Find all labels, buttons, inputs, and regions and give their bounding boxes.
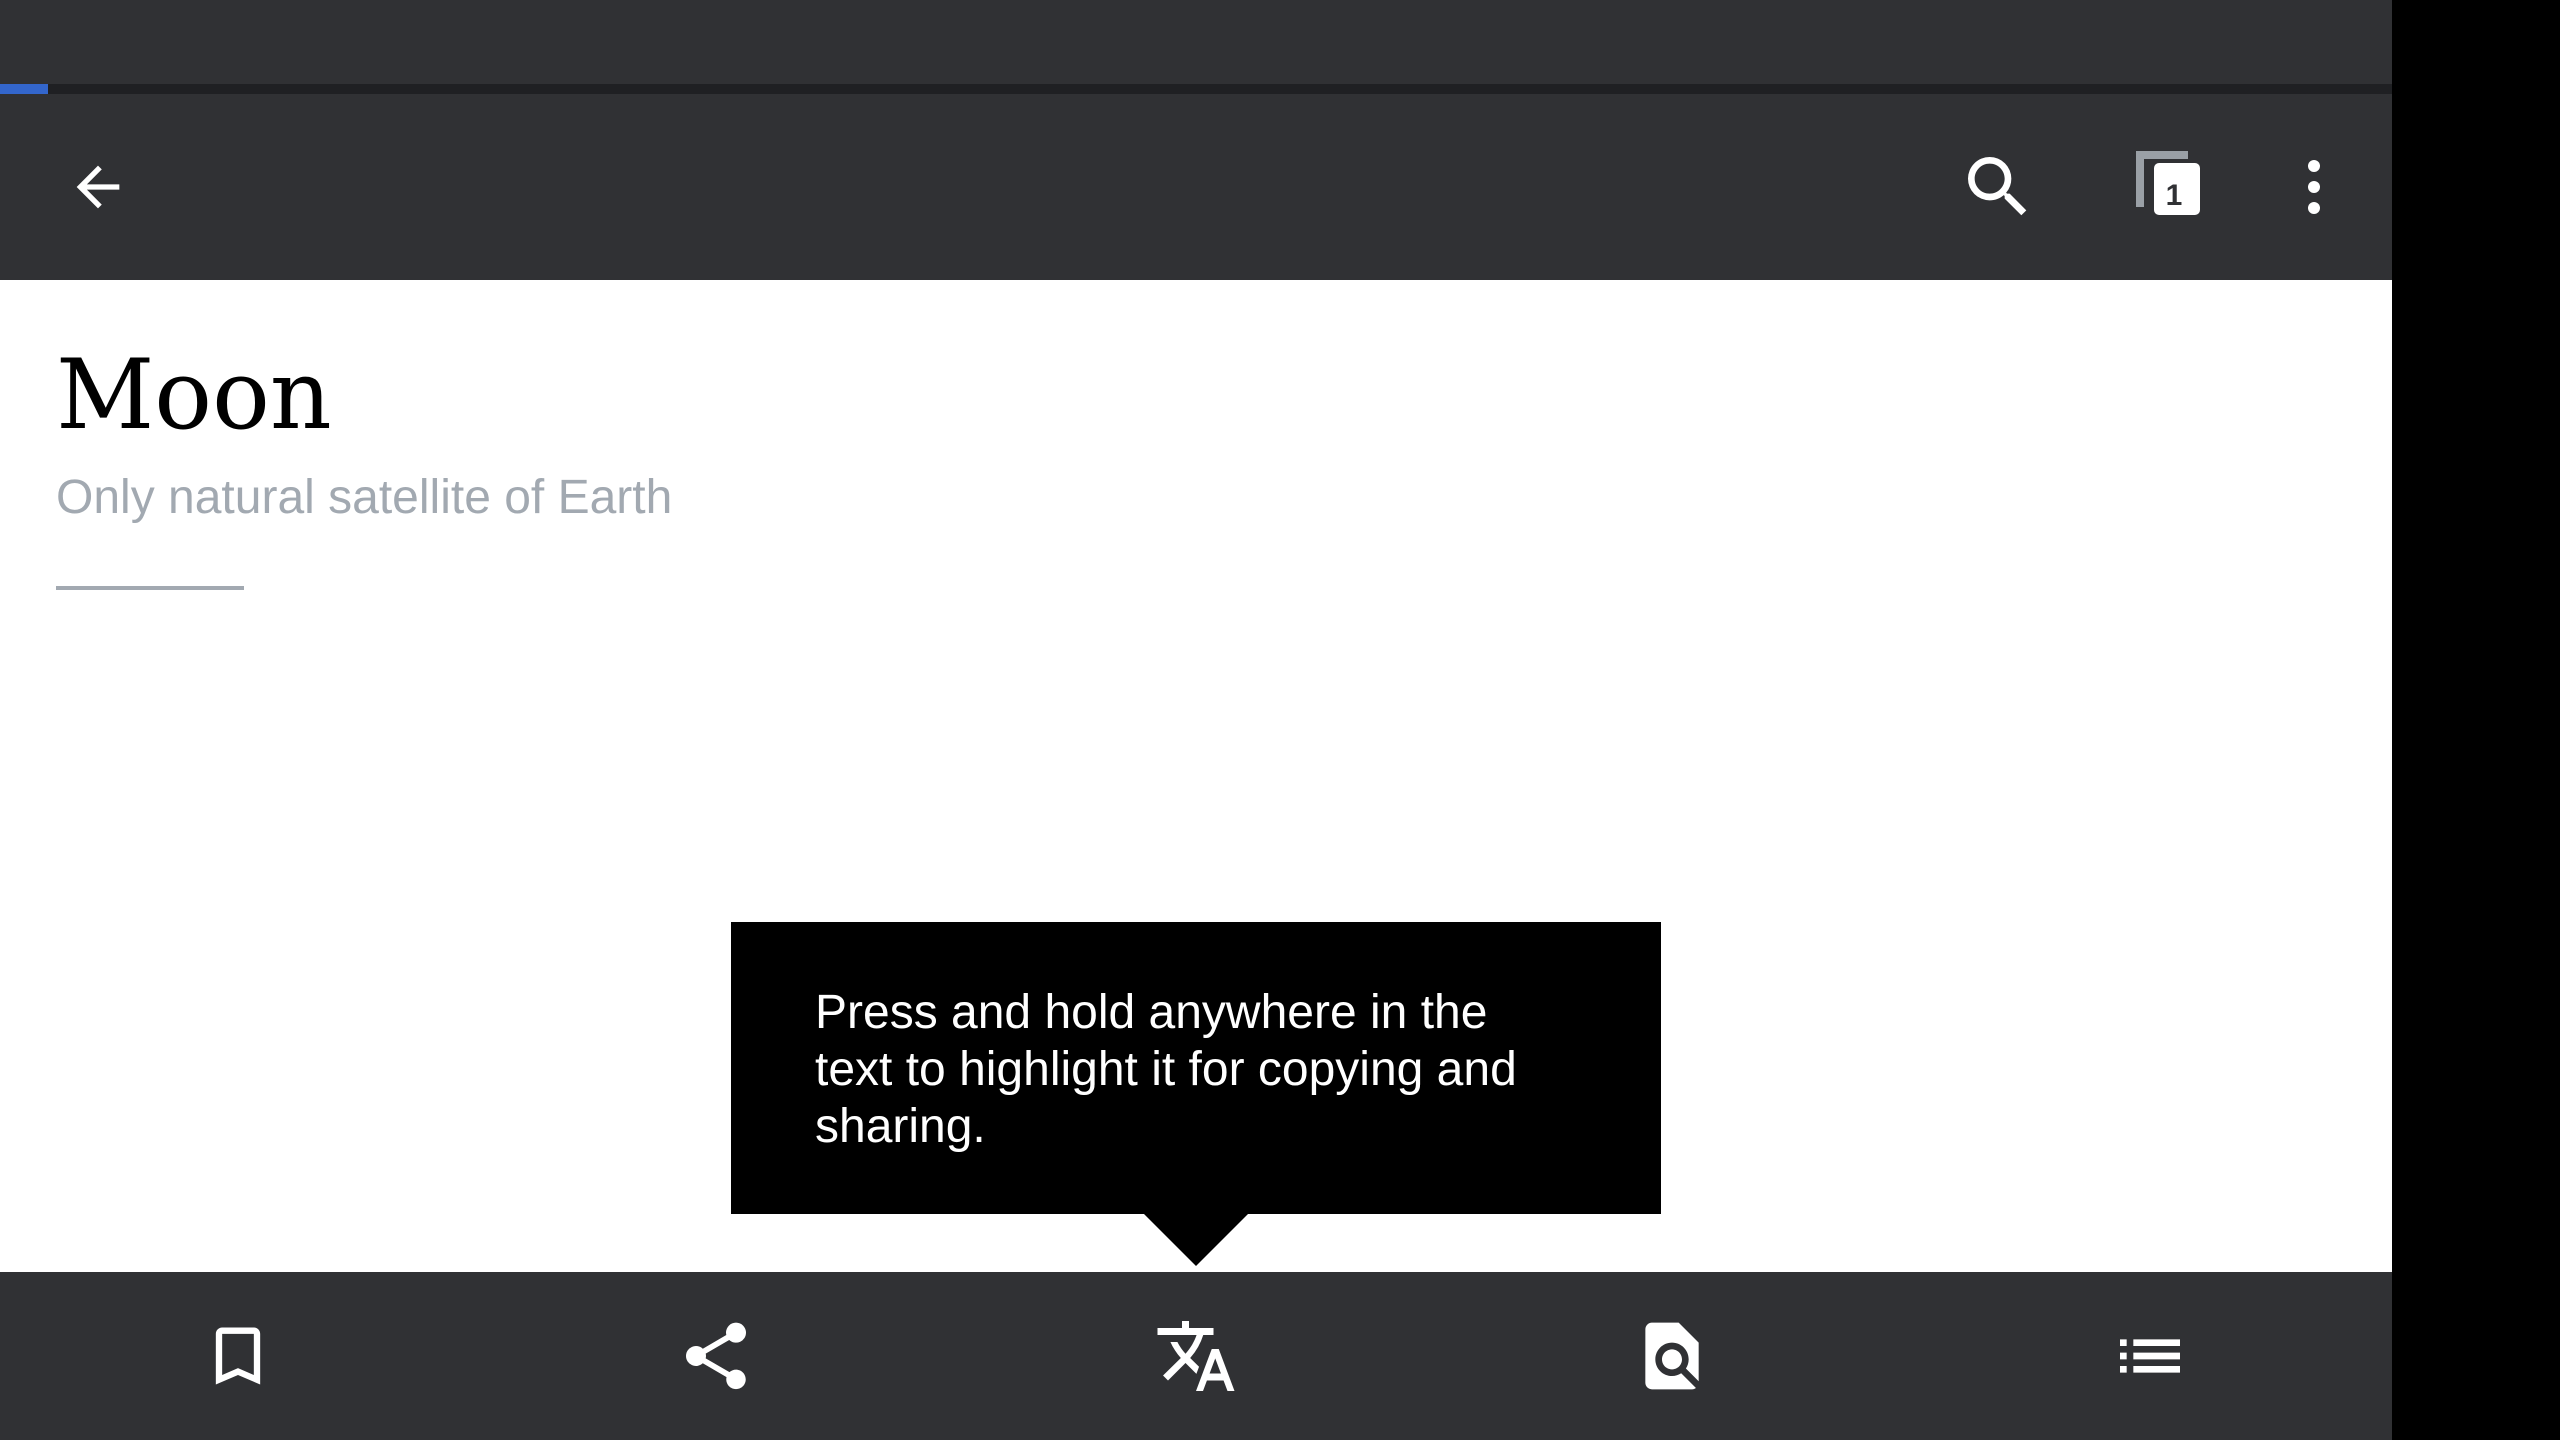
overflow-menu-button[interactable] xyxy=(2254,127,2374,247)
find-in-page-button[interactable] xyxy=(1612,1296,1732,1416)
find-in-page-icon xyxy=(1645,1322,1699,1390)
tabs-button[interactable]: 1 xyxy=(2108,127,2228,247)
status-bar xyxy=(0,0,2392,84)
tab-count-badge: 1 xyxy=(2165,179,2183,212)
bottom-action-bar xyxy=(0,1272,2392,1440)
search-button[interactable] xyxy=(1938,127,2058,247)
article-description: Only natural satellite of Earth xyxy=(56,471,673,524)
title-divider xyxy=(56,586,244,590)
page-load-progress-fill xyxy=(0,84,48,94)
tooltip-text: Press and hold anywhere in the text to h… xyxy=(815,986,1517,1153)
tooltip-arrow xyxy=(1142,1212,1250,1266)
page-load-progress-bar xyxy=(0,84,2392,94)
more-vert-icon xyxy=(2308,160,2320,214)
top-toolbar: 1 xyxy=(0,94,2392,280)
bookmark-icon xyxy=(215,1327,261,1385)
bookmark-button[interactable] xyxy=(178,1296,298,1416)
translate-button[interactable] xyxy=(1136,1296,1256,1416)
screen-edge-bezel xyxy=(2392,0,2560,1440)
back-button[interactable] xyxy=(38,127,158,247)
search-icon xyxy=(1968,157,2027,216)
app-screen: 1 Moon Only natural satellite of Earth P… xyxy=(0,0,2392,1440)
text-selection-tooltip[interactable]: Press and hold anywhere in the text to h… xyxy=(731,922,1661,1214)
share-button[interactable] xyxy=(656,1296,776,1416)
contents-list-icon xyxy=(2120,1339,2180,1373)
article-title: Moon xyxy=(56,339,332,451)
translate-icon xyxy=(1157,1321,1235,1391)
share-icon xyxy=(685,1322,747,1390)
arrow-back-icon xyxy=(76,165,120,209)
table-of-contents-button[interactable] xyxy=(2090,1296,2210,1416)
